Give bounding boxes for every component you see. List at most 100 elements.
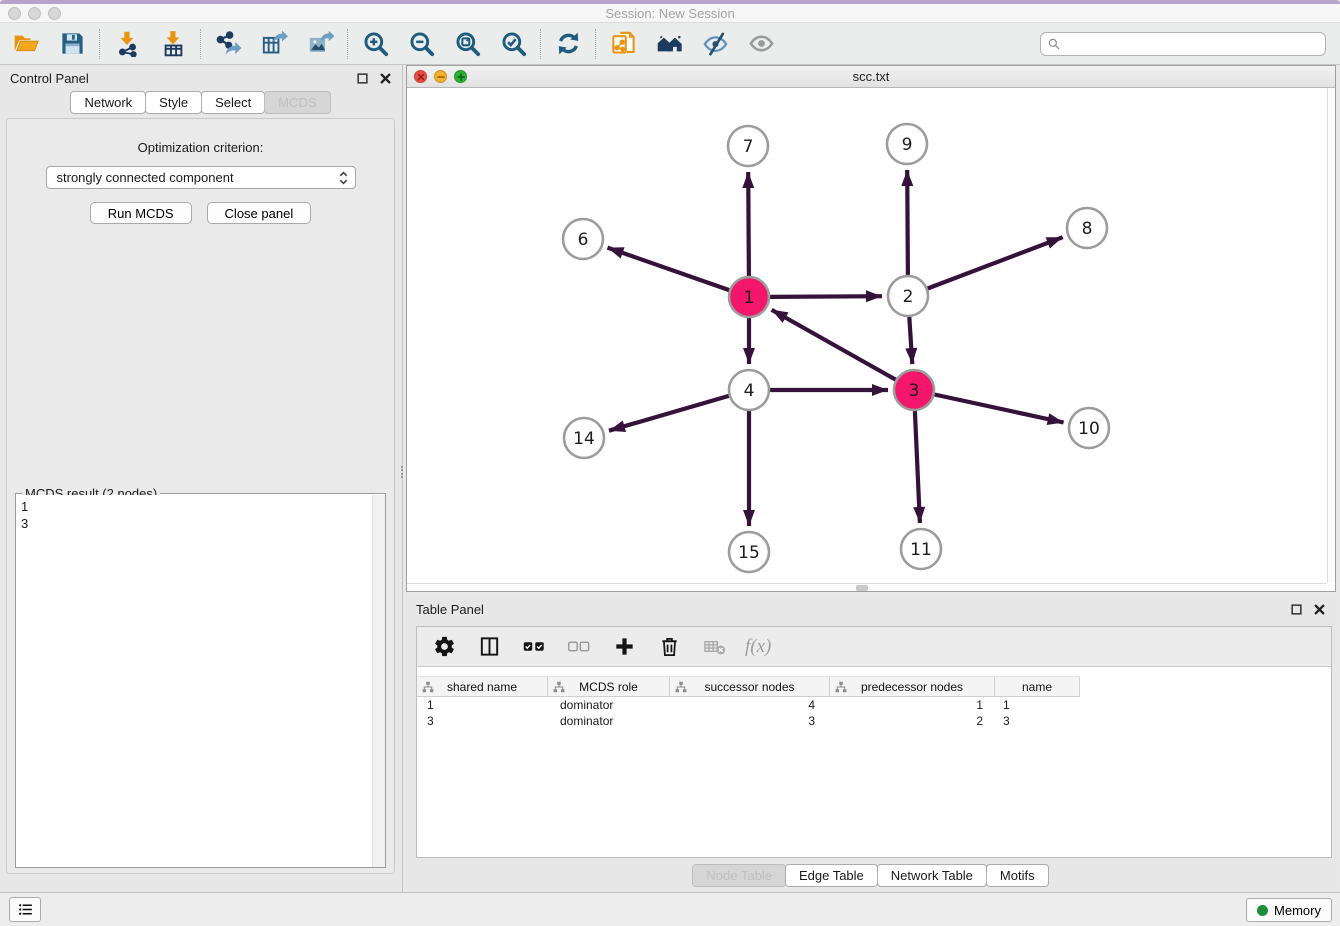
- run-mcds-button[interactable]: Run MCDS: [90, 202, 192, 224]
- control-panel: Control Panel NetworkStyleSelectMCDS Opt…: [0, 65, 403, 892]
- node-7[interactable]: 7: [728, 126, 768, 166]
- add-column-button[interactable]: [610, 633, 638, 661]
- edge-4-14[interactable]: [609, 396, 729, 431]
- import-table-button[interactable]: [157, 28, 189, 60]
- zoom-in-button[interactable]: [359, 28, 391, 60]
- tab-motifs[interactable]: Motifs: [986, 864, 1049, 887]
- edge-2-3[interactable]: [909, 317, 912, 364]
- export-image-button[interactable]: [304, 28, 336, 60]
- column-header-shared-name[interactable]: shared name: [417, 677, 548, 696]
- node-9[interactable]: 9: [887, 124, 927, 164]
- open-folder-button[interactable]: [10, 28, 42, 60]
- deselect-all-button[interactable]: [565, 633, 593, 661]
- edge-1-7[interactable]: [748, 172, 749, 276]
- network-canvas[interactable]: 1 2 3 4 6 7 8 9 10 11 14 15: [407, 88, 1335, 591]
- panel-splitter-handle[interactable]: [401, 466, 404, 478]
- column-hierarchy-icon: [675, 681, 687, 693]
- network-vertical-scrollbar[interactable]: [1327, 88, 1335, 583]
- search-input[interactable]: [1065, 37, 1319, 51]
- tab-node-table[interactable]: Node Table: [692, 864, 786, 887]
- tab-style[interactable]: Style: [145, 91, 202, 114]
- column-header-successor-nodes[interactable]: successor nodes: [670, 677, 830, 696]
- network-title: scc.txt: [407, 69, 1335, 84]
- column-header-name[interactable]: name: [995, 677, 1080, 696]
- close-table-panel-icon[interactable]: [1313, 603, 1326, 616]
- network-horizontal-scrollbar[interactable]: [407, 583, 1327, 591]
- select-all-button[interactable]: [520, 633, 548, 661]
- export-network-button[interactable]: [212, 28, 244, 60]
- home-button[interactable]: [653, 28, 685, 60]
- column-header-mcds-role[interactable]: MCDS role: [548, 677, 670, 696]
- node-6[interactable]: 6: [563, 219, 603, 259]
- export-table-button[interactable]: [258, 28, 290, 60]
- edge-2-9[interactable]: [907, 170, 908, 275]
- columns-button[interactable]: [475, 633, 503, 661]
- zoom-fit-icon: [454, 30, 481, 57]
- column-header-predecessor-nodes[interactable]: predecessor nodes: [830, 677, 995, 696]
- node-1[interactable]: 1: [729, 277, 769, 317]
- scrollbar-thumb[interactable]: [856, 585, 868, 591]
- zoom-network-button[interactable]: [454, 70, 467, 83]
- float-table-panel-icon[interactable]: [1290, 603, 1303, 616]
- edge-2-8[interactable]: [928, 237, 1063, 288]
- clone-network-button[interactable]: [607, 28, 639, 60]
- save-button[interactable]: [56, 28, 88, 60]
- tab-mcds[interactable]: MCDS: [264, 91, 330, 114]
- edge-1-2[interactable]: [770, 296, 882, 297]
- delete-table-button[interactable]: [700, 633, 728, 661]
- zoom-selected-button[interactable]: [497, 28, 529, 60]
- cell-predecessor-nodes[interactable]: 2: [830, 713, 995, 729]
- node-8[interactable]: 8: [1067, 208, 1107, 248]
- tab-network-table[interactable]: Network Table: [877, 864, 987, 887]
- cell-shared-name[interactable]: 1: [417, 697, 548, 713]
- memory-button[interactable]: Memory: [1246, 898, 1332, 922]
- node-15[interactable]: 15: [729, 532, 769, 572]
- node-14[interactable]: 14: [564, 418, 604, 458]
- float-panel-icon[interactable]: [356, 72, 369, 85]
- close-network-button[interactable]: [414, 70, 427, 83]
- import-network-button[interactable]: [111, 28, 143, 60]
- table-row[interactable]: 3dominator323: [417, 713, 1331, 729]
- optimization-criterion-select[interactable]: strongly connected component: [46, 166, 356, 189]
- node-11[interactable]: 11: [901, 529, 941, 569]
- tab-network[interactable]: Network: [70, 91, 146, 114]
- node-label: 1: [744, 288, 755, 308]
- node-2[interactable]: 2: [888, 276, 928, 316]
- result-scrollbar[interactable]: [372, 495, 385, 867]
- refresh-button[interactable]: [552, 28, 584, 60]
- cell-mcds-role[interactable]: dominator: [548, 697, 670, 713]
- delete-column-button[interactable]: [655, 633, 683, 661]
- task-history-button[interactable]: [9, 897, 41, 922]
- edge-1-6[interactable]: [608, 248, 730, 291]
- tab-select[interactable]: Select: [201, 91, 265, 114]
- hide-graphics-button[interactable]: [699, 28, 731, 60]
- cell-name[interactable]: 1: [995, 697, 1080, 713]
- cell-predecessor-nodes[interactable]: 1: [830, 697, 995, 713]
- minimize-network-button[interactable]: [434, 70, 447, 83]
- gear-icon: [433, 635, 456, 658]
- node-4[interactable]: 4: [729, 370, 769, 410]
- gear-button[interactable]: [430, 633, 458, 661]
- hide-graphics-icon: [702, 30, 729, 57]
- edge-3-11[interactable]: [915, 411, 920, 523]
- close-panel-icon[interactable]: [379, 72, 392, 85]
- edge-3-1[interactable]: [772, 310, 896, 380]
- tab-edge-table[interactable]: Edge Table: [785, 864, 878, 887]
- cell-mcds-role[interactable]: dominator: [548, 713, 670, 729]
- search-box[interactable]: [1040, 32, 1326, 56]
- zoom-fit-button[interactable]: [451, 28, 483, 60]
- show-graphics-button[interactable]: [745, 28, 777, 60]
- cell-shared-name[interactable]: 3: [417, 713, 548, 729]
- mcds-result-text[interactable]: 1 3: [16, 495, 372, 867]
- network-window-titlebar[interactable]: scc.txt: [407, 66, 1335, 88]
- table-row[interactable]: 1dominator411: [417, 697, 1331, 713]
- node-10[interactable]: 10: [1069, 408, 1109, 448]
- edge-3-10[interactable]: [935, 395, 1064, 423]
- node-3[interactable]: 3: [894, 370, 934, 410]
- close-panel-button[interactable]: Close panel: [207, 202, 312, 224]
- zoom-out-button[interactable]: [405, 28, 437, 60]
- cell-successor-nodes[interactable]: 3: [670, 713, 830, 729]
- table-body: 1dominator4113dominator323: [417, 697, 1331, 729]
- cell-successor-nodes[interactable]: 4: [670, 697, 830, 713]
- cell-name[interactable]: 3: [995, 713, 1080, 729]
